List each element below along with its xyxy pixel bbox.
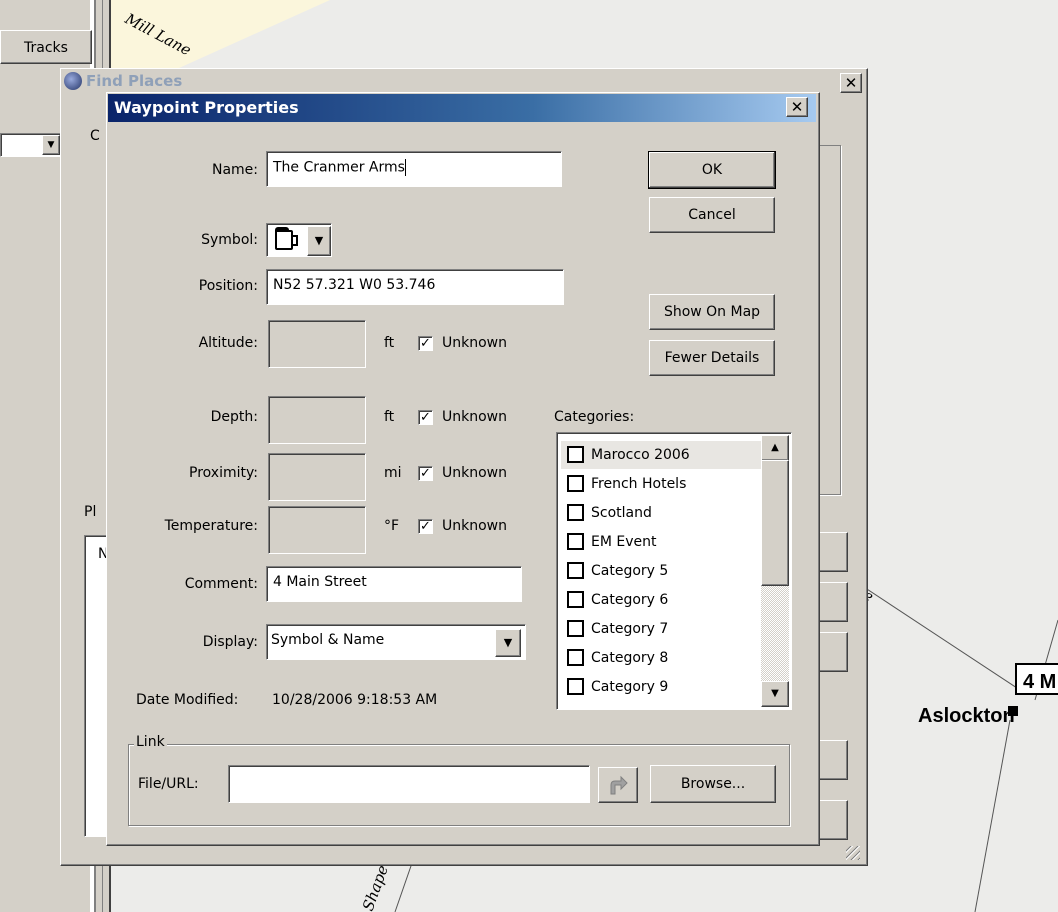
position-input[interactable]: N52 57.321 W0 53.746: [266, 269, 564, 305]
beer-mug-icon: [275, 227, 298, 250]
find-places-button[interactable]: [818, 582, 848, 622]
temperature-unit: °F: [384, 518, 400, 534]
proximity-unknown-label: Unknown: [442, 465, 507, 481]
display-label: Display:: [202, 634, 258, 650]
categories-label: Categories:: [554, 409, 635, 425]
find-places-frame: [818, 145, 841, 495]
category-label: Marocco 2006: [591, 447, 690, 463]
resize-grip-icon[interactable]: [846, 846, 860, 860]
display-select[interactable]: Symbol & Name ▼: [266, 624, 526, 660]
altitude-unit: ft: [384, 335, 395, 351]
symbol-picker[interactable]: ▼: [266, 223, 332, 257]
find-places-button[interactable]: [818, 532, 848, 572]
category-checkbox[interactable]: [567, 562, 584, 579]
comment-label: Comment:: [184, 576, 258, 592]
position-label: Position:: [198, 278, 258, 294]
altitude-label: Altitude:: [198, 335, 258, 351]
category-checkbox[interactable]: [567, 591, 584, 608]
browse-button[interactable]: Browse...: [650, 765, 776, 803]
category-label: Category 9: [591, 679, 669, 695]
category-item[interactable]: Marocco 2006: [561, 441, 761, 469]
go-to-link-button[interactable]: [598, 767, 638, 803]
category-checkbox[interactable]: [567, 446, 584, 463]
beer-mug-handle: [291, 235, 298, 246]
altitude-input[interactable]: [268, 320, 366, 368]
find-places-places-label: Pl: [84, 504, 97, 520]
find-places-button[interactable]: [818, 800, 848, 840]
symbol-dropdown-arrow[interactable]: ▼: [307, 226, 331, 256]
dialog-title: Waypoint Properties: [114, 98, 299, 117]
category-label: Category 5: [591, 563, 669, 579]
temperature-input[interactable]: [268, 506, 366, 554]
depth-unknown-label: Unknown: [442, 409, 507, 425]
category-checkbox[interactable]: [567, 475, 584, 492]
map-waypoint-marker: [1008, 706, 1018, 716]
temperature-label: Temperature:: [164, 518, 258, 534]
tab-tracks[interactable]: Tracks: [0, 30, 92, 64]
beer-mug-foam: [275, 227, 289, 232]
category-label: Category 6: [591, 592, 669, 608]
map-place-label: Aslockton: [918, 705, 1015, 727]
categories-list[interactable]: Marocco 2006 French Hotels Scotland EM E…: [556, 432, 792, 710]
file-url-input[interactable]: [228, 765, 590, 803]
altitude-unknown-label: Unknown: [442, 335, 507, 351]
globe-icon: [64, 72, 82, 90]
show-on-map-button[interactable]: Show On Map: [649, 294, 775, 330]
map-marker-label: 4 M: [1023, 671, 1056, 693]
proximity-unit: mi: [384, 465, 402, 481]
symbol-label: Symbol:: [201, 232, 258, 248]
temperature-unknown-checkbox[interactable]: ✓: [418, 519, 433, 534]
category-label: Category 8: [591, 650, 669, 666]
display-dropdown-arrow[interactable]: ▼: [495, 629, 521, 657]
category-label: Category 7: [591, 621, 669, 637]
proximity-label: Proximity:: [189, 465, 258, 481]
scroll-up-button[interactable]: ▲: [761, 435, 789, 461]
categories-scrollbar[interactable]: ▲ ▼: [761, 435, 789, 707]
date-modified-value: 10/28/2006 9:18:53 AM: [272, 692, 438, 708]
category-checkbox[interactable]: [567, 649, 584, 666]
display-select-value: Symbol & Name: [271, 632, 385, 648]
altitude-unknown-checkbox[interactable]: ✓: [418, 336, 433, 351]
name-input[interactable]: The Cranmer Arms: [266, 151, 562, 187]
text-cursor: [404, 159, 406, 176]
find-places-title: Find Places: [86, 72, 183, 90]
dialog-close-button[interactable]: ✕: [786, 97, 808, 117]
category-label: Scotland: [591, 505, 652, 521]
proximity-input[interactable]: [268, 453, 366, 501]
find-places-button[interactable]: [818, 632, 848, 672]
scroll-thumb[interactable]: [761, 460, 789, 586]
find-places-close-button[interactable]: ✕: [840, 73, 862, 93]
proximity-unknown-checkbox[interactable]: ✓: [418, 466, 433, 481]
fewer-details-button[interactable]: Fewer Details: [649, 340, 775, 376]
arrow-right-icon: [610, 775, 628, 795]
comment-input[interactable]: 4 Main Street: [266, 566, 522, 602]
ok-button[interactable]: OK: [648, 151, 776, 189]
category-label: EM Event: [591, 534, 657, 550]
category-label: French Hotels: [591, 476, 687, 492]
side-dropdown-arrow[interactable]: ▼: [42, 135, 60, 155]
cancel-button[interactable]: Cancel: [649, 197, 775, 233]
category-checkbox[interactable]: [567, 678, 584, 695]
category-checkbox[interactable]: [567, 620, 584, 637]
name-label: Name:: [211, 162, 258, 178]
temperature-unknown-label: Unknown: [442, 518, 507, 534]
category-checkbox[interactable]: [567, 504, 584, 521]
file-url-label: File/URL:: [138, 776, 199, 792]
scroll-down-button[interactable]: ▼: [761, 681, 789, 707]
depth-unknown-checkbox[interactable]: ✓: [418, 410, 433, 425]
name-input-value: The Cranmer Arms: [273, 159, 405, 176]
depth-label: Depth:: [210, 409, 258, 425]
find-places-tab-stub[interactable]: C: [90, 128, 100, 144]
find-places-button[interactable]: [818, 740, 848, 780]
depth-unit: ft: [384, 409, 395, 425]
link-group-label: Link: [134, 734, 167, 750]
depth-input[interactable]: [268, 396, 366, 444]
category-checkbox[interactable]: [567, 533, 584, 550]
date-modified-label: Date Modified:: [136, 692, 239, 708]
